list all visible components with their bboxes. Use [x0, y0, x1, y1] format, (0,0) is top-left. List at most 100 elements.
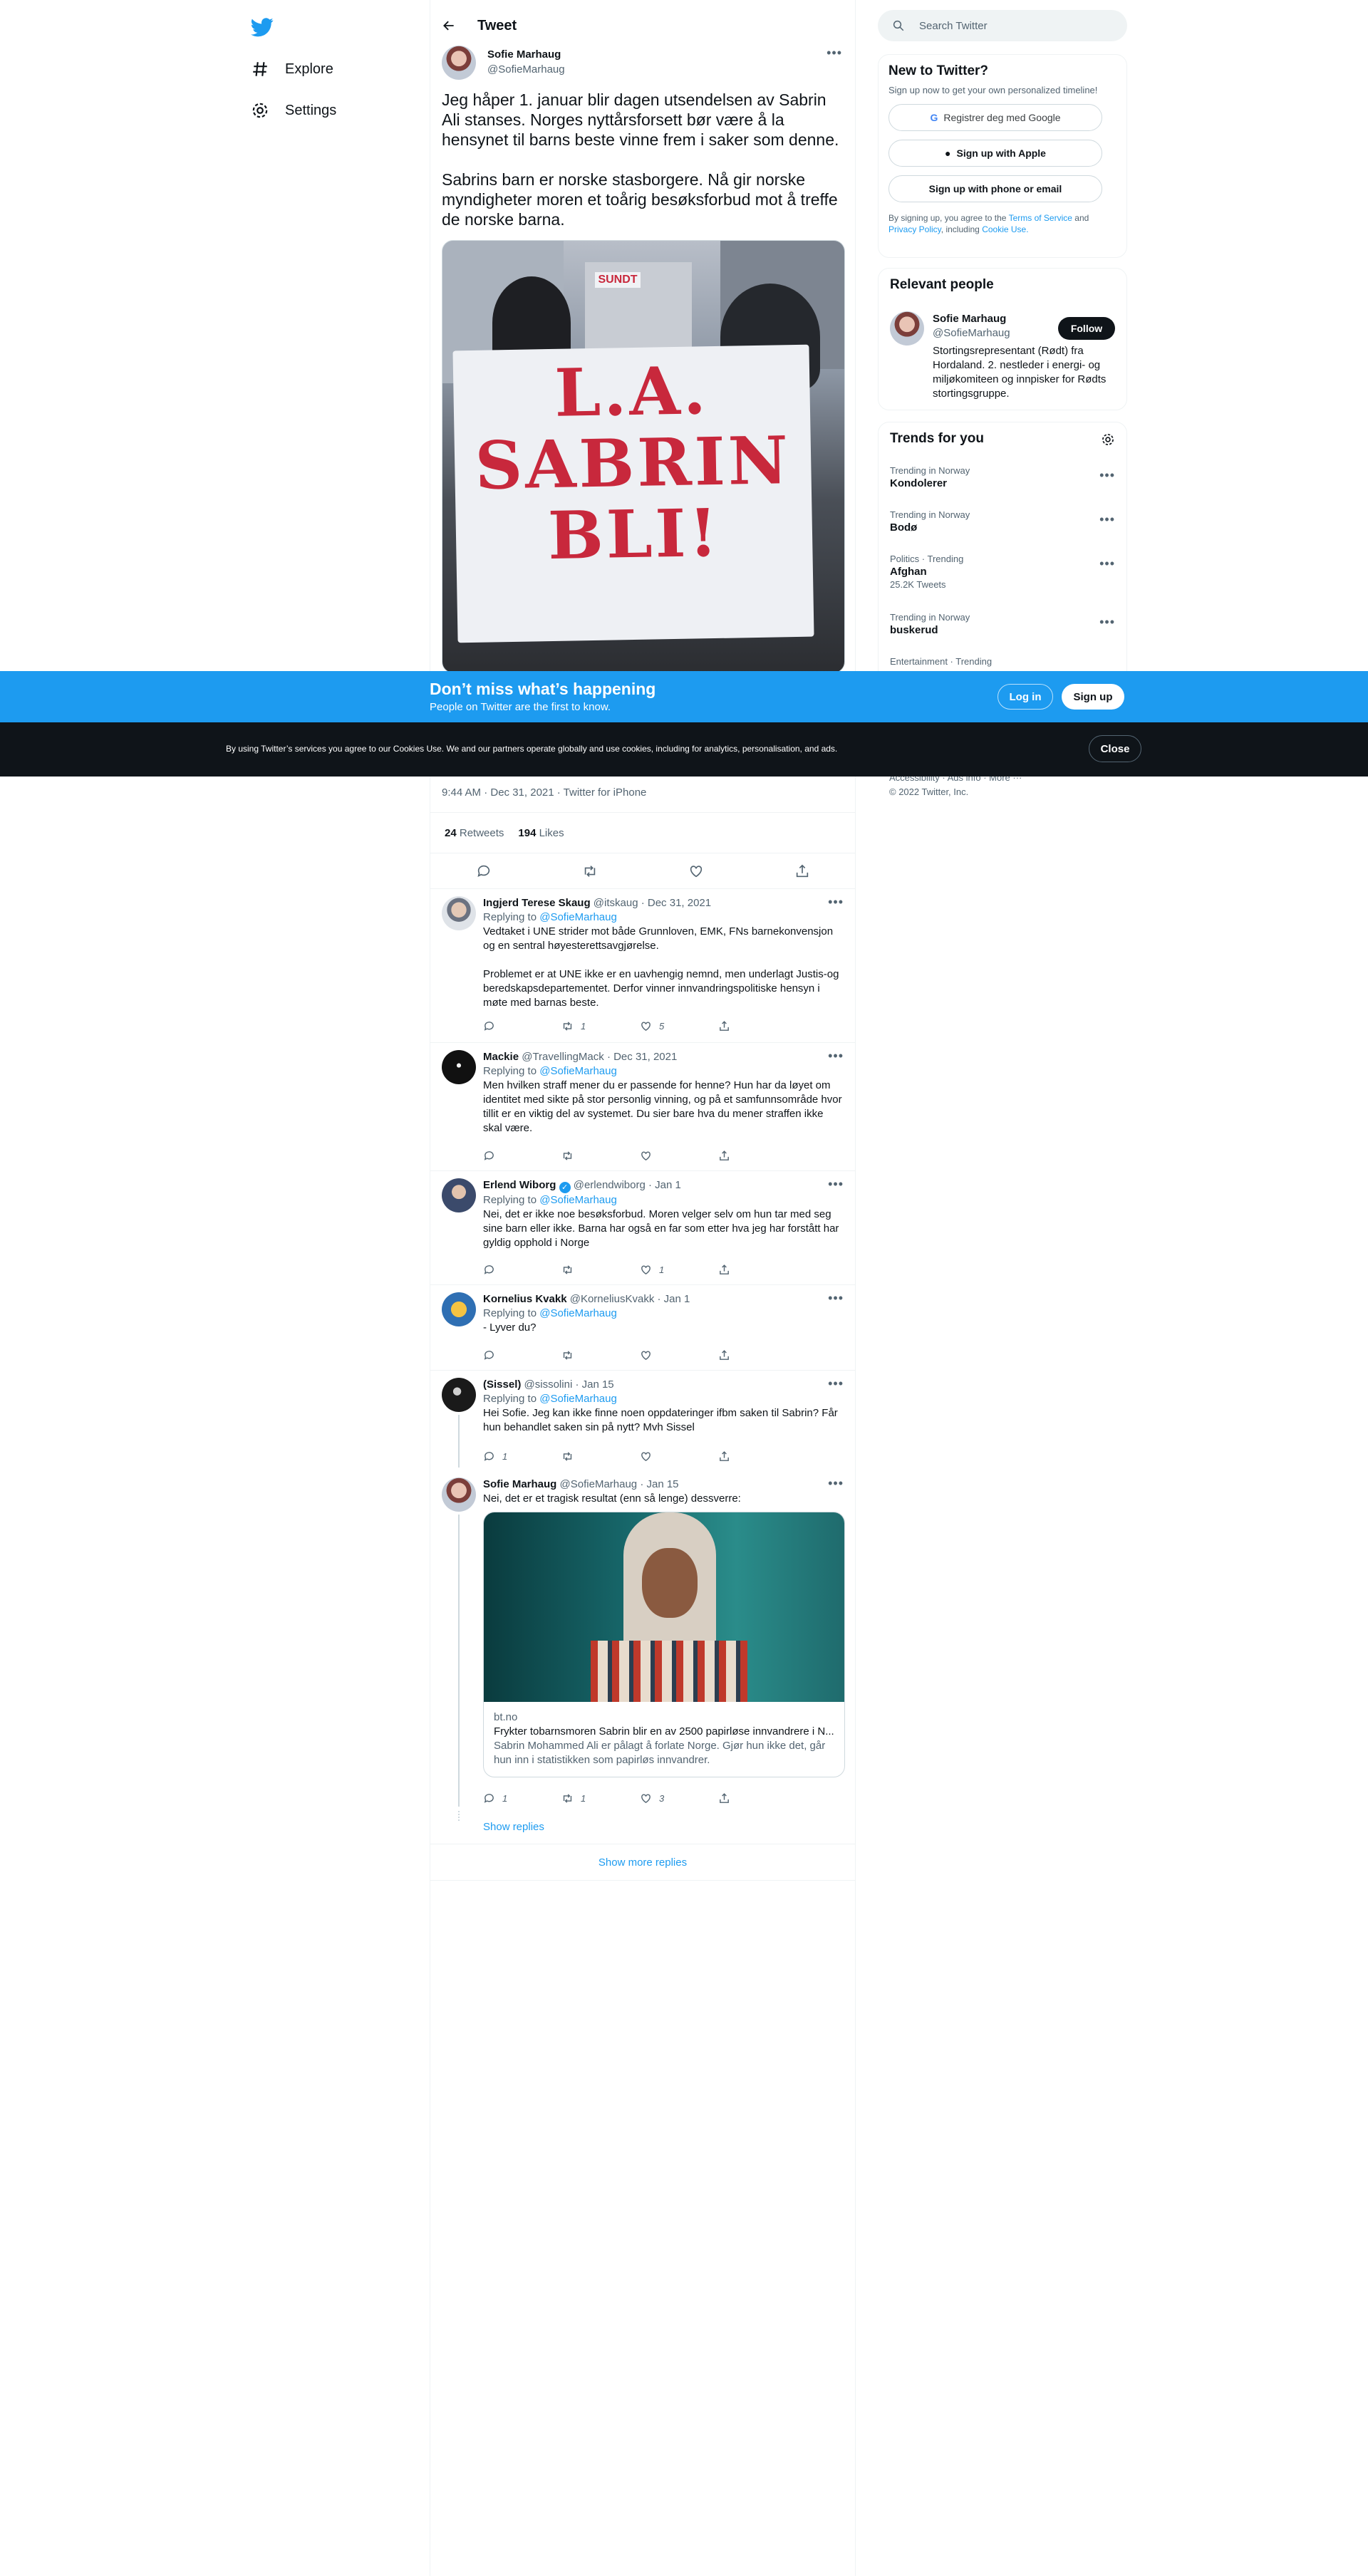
- retweet-stat[interactable]: 24 Retweets: [445, 827, 504, 839]
- avatar[interactable]: [442, 896, 476, 930]
- avatar[interactable]: [442, 1292, 476, 1326]
- like-action[interactable]: 3: [640, 1792, 718, 1804]
- retweet-icon[interactable]: [582, 863, 598, 879]
- twitter-bird-icon[interactable]: [251, 16, 274, 38]
- avatar[interactable]: [442, 1378, 476, 1412]
- reply-action[interactable]: 1: [483, 1792, 561, 1804]
- share-action[interactable]: [718, 1020, 797, 1032]
- retweet-action[interactable]: [561, 1150, 640, 1162]
- reply-action[interactable]: [483, 1020, 561, 1032]
- show-replies-link[interactable]: Show replies: [483, 1821, 544, 1833]
- relevant-person-name[interactable]: Sofie Marhaug: [933, 313, 1006, 325]
- show-more-replies-button[interactable]: Show more replies: [430, 1844, 855, 1881]
- reply-date[interactable]: · Jan 15: [575, 1378, 613, 1391]
- reply-tweet[interactable]: Erlend Wiborg ✓ @erlendwiborg · Jan 1 Re…: [430, 1171, 855, 1285]
- replying-to-handle[interactable]: @SofieMarhaug: [539, 1393, 617, 1405]
- more-options-icon[interactable]: •••: [828, 1476, 844, 1491]
- author-handle[interactable]: @SofieMarhaug: [487, 63, 565, 76]
- cookie-link[interactable]: Cookie Use.: [982, 224, 1028, 234]
- avatar[interactable]: [442, 1050, 476, 1084]
- more-options-icon[interactable]: •••: [828, 1291, 844, 1306]
- reply-author-name[interactable]: Sofie Marhaug: [483, 1478, 556, 1490]
- close-cookie-button[interactable]: Close: [1089, 735, 1141, 762]
- back-arrow-icon[interactable]: [442, 19, 456, 33]
- more-options-icon[interactable]: •••: [1099, 512, 1115, 527]
- reply-action[interactable]: [483, 1150, 561, 1162]
- more-options-icon[interactable]: •••: [828, 1376, 844, 1391]
- reply-author-name[interactable]: Mackie: [483, 1051, 519, 1063]
- avatar[interactable]: [442, 46, 476, 80]
- reply-icon[interactable]: [476, 863, 492, 879]
- relevant-person-handle[interactable]: @SofieMarhaug: [933, 327, 1010, 339]
- trend-item[interactable]: Politics · Trending Afghan 25.2K Tweets …: [890, 554, 1115, 590]
- link-card[interactable]: bt.no Frykter tobarnsmoren Sabrin blir e…: [483, 1512, 845, 1777]
- more-options-icon[interactable]: •••: [828, 1049, 844, 1064]
- like-action[interactable]: [640, 1150, 718, 1162]
- reply-author-name[interactable]: Erlend Wiborg: [483, 1179, 556, 1191]
- more-options-icon[interactable]: •••: [1099, 615, 1115, 630]
- reply-date[interactable]: · Dec 31, 2021: [607, 1051, 677, 1063]
- share-action[interactable]: [718, 1150, 797, 1162]
- reply-author-handle[interactable]: @sissolini: [524, 1378, 573, 1391]
- like-action[interactable]: 1: [640, 1264, 718, 1276]
- tweet-photo[interactable]: SUNDT L.A. SABRIN BLI!: [442, 240, 845, 673]
- author-name[interactable]: Sofie Marhaug: [487, 48, 561, 61]
- reply-author-name[interactable]: Kornelius Kvakk: [483, 1293, 567, 1305]
- reply-tweet[interactable]: (Sissel) @sissolini · Jan 15 Replying to…: [430, 1371, 855, 1468]
- retweet-action[interactable]: [561, 1450, 640, 1463]
- google-signup-button[interactable]: G Registrer deg med Google: [888, 104, 1102, 131]
- like-action[interactable]: [640, 1450, 718, 1463]
- phone-signup-button[interactable]: Sign up with phone or email: [888, 175, 1102, 202]
- trend-item[interactable]: Trending in Norway Kondolerer •••: [890, 465, 1115, 489]
- more-options-icon[interactable]: •••: [1099, 556, 1115, 571]
- share-action[interactable]: [718, 1450, 797, 1463]
- avatar[interactable]: [890, 311, 924, 346]
- replying-to-handle[interactable]: @SofieMarhaug: [539, 1065, 617, 1077]
- reply-author-handle[interactable]: @TravellingMack: [522, 1051, 604, 1063]
- reply-tweet[interactable]: Sofie Marhaug @SofieMarhaug · Jan 15 Nei…: [430, 1470, 855, 1844]
- more-options-icon[interactable]: •••: [828, 895, 844, 910]
- retweet-action[interactable]: [561, 1349, 640, 1361]
- login-button[interactable]: Log in: [998, 684, 1053, 710]
- signup-button[interactable]: Sign up: [1062, 684, 1124, 710]
- like-action[interactable]: 5: [640, 1020, 718, 1032]
- retweet-action[interactable]: [561, 1264, 640, 1276]
- replying-to-handle[interactable]: @SofieMarhaug: [539, 1307, 617, 1319]
- share-icon[interactable]: [794, 863, 810, 879]
- trend-item[interactable]: Trending in Norway buskerud •••: [890, 612, 1115, 636]
- apple-signup-button[interactable]: ● Sign up with Apple: [888, 140, 1102, 167]
- trend-item[interactable]: Trending in Norway Bodø •••: [890, 509, 1115, 534]
- share-action[interactable]: [718, 1792, 797, 1804]
- reply-tweet[interactable]: Mackie @TravellingMack · Dec 31, 2021 Re…: [430, 1043, 855, 1171]
- more-options-icon[interactable]: •••: [828, 1177, 844, 1192]
- replying-to-handle[interactable]: @SofieMarhaug: [539, 911, 617, 923]
- like-stat[interactable]: 194 Likes: [518, 827, 564, 839]
- like-icon[interactable]: [688, 863, 704, 879]
- reply-date[interactable]: · Jan 1: [658, 1293, 690, 1305]
- terms-link[interactable]: Terms of Service: [1009, 213, 1072, 223]
- reply-author-handle[interactable]: @SofieMarhaug: [560, 1478, 638, 1490]
- replying-to-handle[interactable]: @SofieMarhaug: [539, 1194, 617, 1206]
- reply-date[interactable]: · Jan 1: [648, 1179, 681, 1191]
- reply-author-handle[interactable]: @erlendwiborg: [574, 1179, 646, 1191]
- reply-action[interactable]: [483, 1264, 561, 1276]
- more-options-icon[interactable]: •••: [1099, 468, 1115, 483]
- reply-action[interactable]: 1: [483, 1450, 561, 1463]
- gear-icon[interactable]: [1101, 432, 1115, 447]
- share-action[interactable]: [718, 1349, 797, 1361]
- avatar[interactable]: [442, 1477, 476, 1512]
- avatar[interactable]: [442, 1178, 476, 1212]
- reply-action[interactable]: [483, 1349, 561, 1361]
- reply-tweet[interactable]: Kornelius Kvakk @KorneliusKvakk · Jan 1 …: [430, 1285, 855, 1371]
- trend-item[interactable]: Entertainment · Trending: [890, 656, 1115, 667]
- retweet-action[interactable]: 1: [561, 1020, 640, 1032]
- share-action[interactable]: [718, 1264, 797, 1276]
- privacy-link[interactable]: Privacy Policy: [888, 224, 941, 234]
- follow-button[interactable]: Follow: [1058, 317, 1115, 340]
- reply-author-name[interactable]: (Sissel): [483, 1378, 521, 1391]
- like-action[interactable]: [640, 1349, 718, 1361]
- reply-date[interactable]: · Jan 15: [640, 1478, 678, 1490]
- reply-date[interactable]: · Dec 31, 2021: [641, 897, 711, 909]
- retweet-action[interactable]: 1: [561, 1792, 640, 1804]
- nav-explore[interactable]: Explore: [251, 51, 333, 87]
